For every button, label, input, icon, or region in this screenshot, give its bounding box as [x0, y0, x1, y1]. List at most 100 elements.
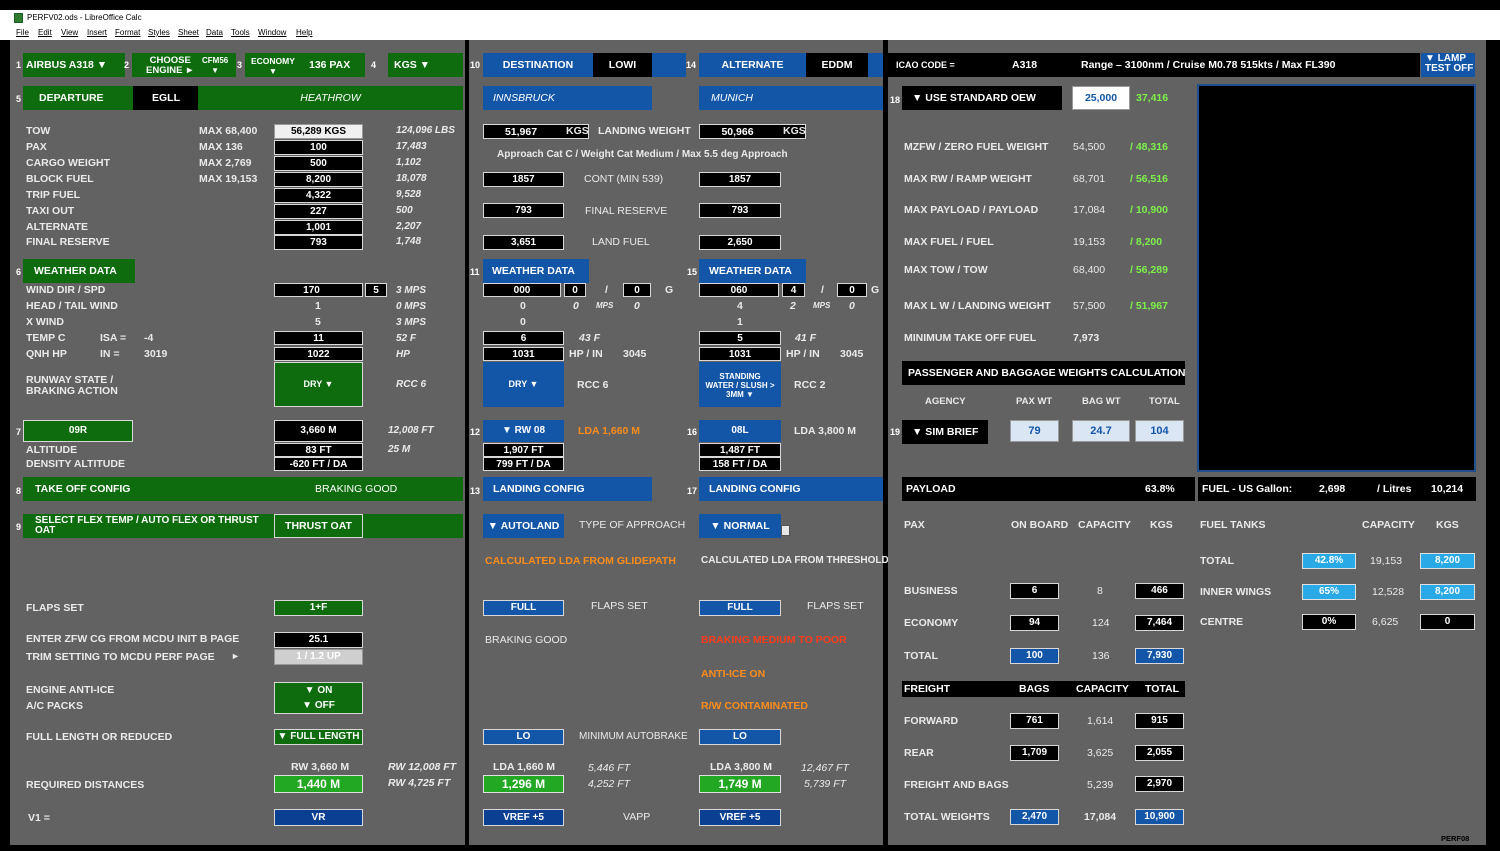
oew-select[interactable]: ▼ USE STANDARD OEW — [902, 86, 1062, 110]
dest-wind-spd[interactable]: 0 — [564, 283, 586, 297]
weight-row-value[interactable]: 793 — [274, 235, 363, 250]
flaps-label: FLAPS SET — [26, 602, 84, 614]
alt-approach-select[interactable]: ▼ NORMAL — [699, 514, 781, 538]
xwind-label: X WIND — [26, 316, 64, 328]
lamp-test-select[interactable]: ▼ LAMP TEST OFF — [1421, 53, 1475, 77]
section-number: 13 — [470, 486, 481, 496]
fuel-tanks-header: FUEL TANKS — [1200, 519, 1266, 531]
wind-label: WIND DIR / SPD — [26, 284, 106, 296]
destination-icao[interactable]: LOWI — [593, 53, 652, 77]
dest-runway-state[interactable]: DRY ▼ — [483, 362, 564, 407]
runway-select[interactable]: 09R — [23, 420, 133, 442]
alt-runway-state[interactable]: STANDING WATER / SLUSH > 3MM ▼ — [699, 362, 781, 407]
alt-xwind: 1 — [737, 316, 743, 328]
dest-qnh[interactable]: 1031 — [483, 347, 564, 361]
alt-temp[interactable]: 5 — [699, 331, 781, 345]
dest-runway-alt: 1,907 FT — [483, 443, 564, 457]
dest-temp[interactable]: 6 — [483, 331, 564, 345]
menu-format[interactable]: Format — [115, 28, 140, 37]
weight-row-value[interactable]: 100 — [274, 140, 363, 155]
weight-row-value[interactable]: 4,322 — [274, 188, 363, 203]
menu-data[interactable]: Data — [206, 28, 223, 37]
menu-insert[interactable]: Insert — [87, 28, 107, 37]
menu-file[interactable]: File — [16, 28, 29, 37]
cabin-value: ECONOMY ▼ — [251, 56, 295, 76]
section-number: 10 — [470, 60, 481, 70]
pax-row-kgs: 7,464 — [1135, 615, 1184, 631]
bagwt-field[interactable]: 24.7 — [1072, 420, 1130, 442]
dest-autobrake[interactable]: LO — [483, 729, 564, 745]
dest-approach-select[interactable]: ▼ AUTOLAND — [483, 514, 564, 538]
menu-styles[interactable]: Styles — [148, 28, 170, 37]
alt-wind-spd[interactable]: 4 — [782, 283, 805, 297]
limit-row-value: / 48,316 — [1130, 141, 1168, 153]
freight-row-bags[interactable]: 761 — [1010, 713, 1059, 729]
agency-select[interactable]: ▼ SIM BRIEF — [902, 420, 988, 444]
dest-flaps[interactable]: FULL — [483, 600, 564, 616]
dropdown-toggle-icon[interactable] — [781, 525, 790, 536]
menu-edit[interactable]: Edit — [38, 28, 52, 37]
dest-gust[interactable]: 0 — [623, 283, 651, 297]
pax-row-onboard[interactable]: 6 — [1010, 583, 1059, 599]
menu-tools[interactable]: Tools — [231, 28, 250, 37]
menu-help[interactable]: Help — [296, 28, 312, 37]
alternate-airport-name: MUNICH — [699, 86, 883, 110]
anti-ice-select[interactable]: ▼ ON — [275, 683, 362, 698]
weight-row-value[interactable]: 8,200 — [274, 172, 363, 187]
packs-select[interactable]: ▼ OFF — [275, 698, 362, 713]
limit-row-label: MZFW / ZERO FUEL WEIGHT — [904, 141, 1049, 153]
flex-select[interactable]: THRUST OAT — [274, 514, 363, 538]
weight-row-value[interactable]: 1,001 — [274, 220, 363, 235]
alt-flaps[interactable]: FULL — [699, 600, 781, 616]
required-distances-label: REQUIRED DISTANCES — [26, 779, 145, 791]
qnh-field[interactable]: 1022 — [274, 347, 363, 361]
wind-dir-field[interactable]: 170 — [274, 283, 363, 297]
runway-state-select[interactable]: DRY ▼ — [274, 362, 363, 407]
wind-spd-field[interactable]: 5 — [365, 283, 387, 297]
flaps-select[interactable]: 1+F — [274, 600, 363, 616]
aircraft-select[interactable]: AIRBUS A318 ▼ — [23, 53, 125, 77]
alt-runway-select[interactable]: 08L — [699, 420, 781, 442]
isa-label: ISA = — [100, 332, 127, 344]
dest-runway-select[interactable]: ▼ RW 08 — [483, 420, 564, 442]
pax-row-onboard[interactable]: 100 — [1010, 648, 1059, 664]
weight-row-value[interactable]: 500 — [274, 156, 363, 171]
zfwcg-field[interactable]: 25.1 — [274, 632, 363, 648]
fuel-litres: 10,214 — [1431, 483, 1464, 495]
full-length-select[interactable]: ▼ FULL LENGTH — [274, 729, 363, 745]
cont-label: CONT (MIN 539) — [584, 173, 664, 185]
choose-engine-label: CHOOSE ENGINE ► — [146, 55, 195, 76]
pax-row-kgs: 7,930 — [1135, 648, 1184, 664]
limit-row-value: / 51,967 — [1130, 300, 1168, 312]
alternate-icao[interactable]: EDDM — [806, 53, 868, 77]
freight-row-bags[interactable]: 1,709 — [1010, 745, 1059, 761]
menu-window[interactable]: Window — [258, 28, 286, 37]
section-number: 5 — [16, 94, 22, 104]
alt-gust[interactable]: 0 — [837, 283, 867, 297]
alt-runway-da: 158 FT / DA — [699, 457, 781, 471]
dest-headtail-mps: 0 — [573, 300, 579, 312]
temp-field[interactable]: 11 — [274, 331, 363, 345]
section-number: 17 — [687, 486, 698, 496]
payload-label: PAYLOAD — [906, 483, 956, 495]
oew-field[interactable]: 25,000 — [1072, 86, 1130, 110]
alt-autobrake[interactable]: LO — [699, 729, 781, 745]
weight-row-max: MAX 19,153 — [199, 173, 258, 185]
pax-row-capacity: 8 — [1097, 585, 1103, 597]
alt-wind-dir[interactable]: 060 — [699, 283, 779, 297]
menu-view[interactable]: View — [61, 28, 78, 37]
paxwt-field[interactable]: 79 — [1010, 420, 1059, 442]
calc-lda-glidepath: CALCULATED LDA FROM GLIDEPATH — [485, 555, 676, 567]
cabin-select[interactable]: ECONOMY ▼ 136 PAX — [245, 53, 365, 77]
units-select[interactable]: KGS ▼ — [388, 53, 463, 77]
engine-select[interactable]: CHOOSE ENGINE ► CFM56 ▼ — [132, 53, 236, 77]
weight-row-value[interactable]: 227 — [274, 204, 363, 219]
alt-qnh[interactable]: 1031 — [699, 347, 781, 361]
weight-row-value[interactable]: 56,289 KGS — [274, 124, 363, 139]
headtail-label: HEAD / TAIL WIND — [26, 300, 118, 312]
menu-sheet[interactable]: Sheet — [178, 28, 199, 37]
pax-row-onboard[interactable]: 94 — [1010, 615, 1059, 631]
flaps-set-label: FLAPS SET — [591, 600, 648, 612]
dest-wind-dir[interactable]: 000 — [483, 283, 561, 297]
departure-icao[interactable]: EGLL — [133, 86, 198, 110]
